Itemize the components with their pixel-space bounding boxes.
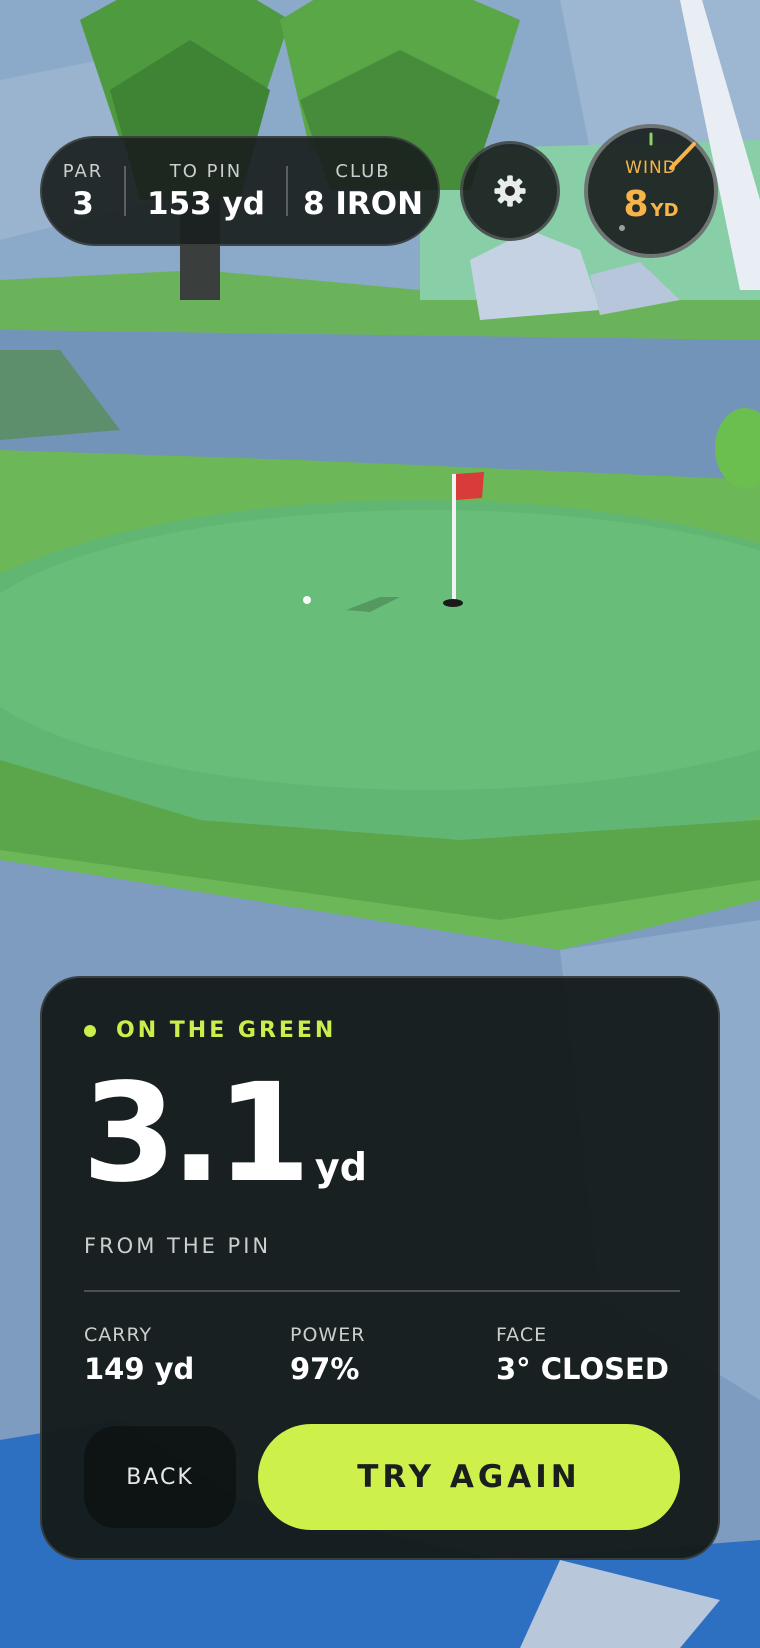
shot-result-card: ON THE GREEN 3.1 yd FROM THE PIN CARRY 1… — [40, 976, 720, 1560]
gear-icon — [494, 175, 526, 207]
to-pin-value: 153 yd — [147, 185, 265, 222]
metric-value: 149 yd — [84, 1352, 195, 1386]
hole-info-panel: PAR 3 TO PIN 153 yd CLUB 8 IRON — [40, 136, 440, 246]
to-pin-stat: TO PIN 153 yd — [126, 161, 286, 222]
try-again-button[interactable]: TRY AGAIN — [258, 1424, 680, 1530]
metric-label: CARRY — [84, 1324, 153, 1346]
wind-speed: 8 — [623, 184, 649, 225]
status-text: ON THE GREEN — [116, 1018, 337, 1043]
card-divider — [84, 1290, 680, 1292]
distance-value: 3.1 — [82, 1055, 311, 1213]
par-value: 3 — [72, 185, 94, 222]
distance-readout: 3.1 yd — [82, 1055, 367, 1213]
club-label: CLUB — [335, 160, 391, 182]
carry-metric: CARRY 149 yd — [84, 1324, 194, 1386]
back-button[interactable]: BACK — [84, 1426, 236, 1528]
club-stat: CLUB 8 IRON — [288, 161, 438, 222]
metric-label: POWER — [290, 1324, 366, 1346]
wind-label: WIND — [625, 158, 677, 178]
settings-button[interactable] — [460, 141, 560, 241]
metric-value: 97% — [290, 1352, 360, 1386]
wind-indicator: WIND 8 YD — [584, 124, 718, 258]
distance-caption: FROM THE PIN — [84, 1234, 272, 1258]
distance-unit: yd — [314, 1145, 367, 1189]
face-metric: FACE 3° CLOSED — [496, 1324, 669, 1386]
wind-unit: YD — [650, 200, 679, 221]
wind-value: 8 YD — [588, 184, 714, 225]
par-stat: PAR 3 — [42, 161, 124, 222]
metric-label: FACE — [496, 1324, 548, 1346]
status-dot-icon — [84, 1024, 96, 1037]
metric-value: 3° CLOSED — [496, 1352, 669, 1386]
to-pin-label: TO PIN — [169, 160, 243, 182]
power-metric: POWER 97% — [290, 1324, 365, 1386]
shot-status: ON THE GREEN — [84, 1018, 336, 1043]
par-label: PAR — [62, 160, 104, 182]
club-value: 8 IRON — [302, 185, 424, 222]
